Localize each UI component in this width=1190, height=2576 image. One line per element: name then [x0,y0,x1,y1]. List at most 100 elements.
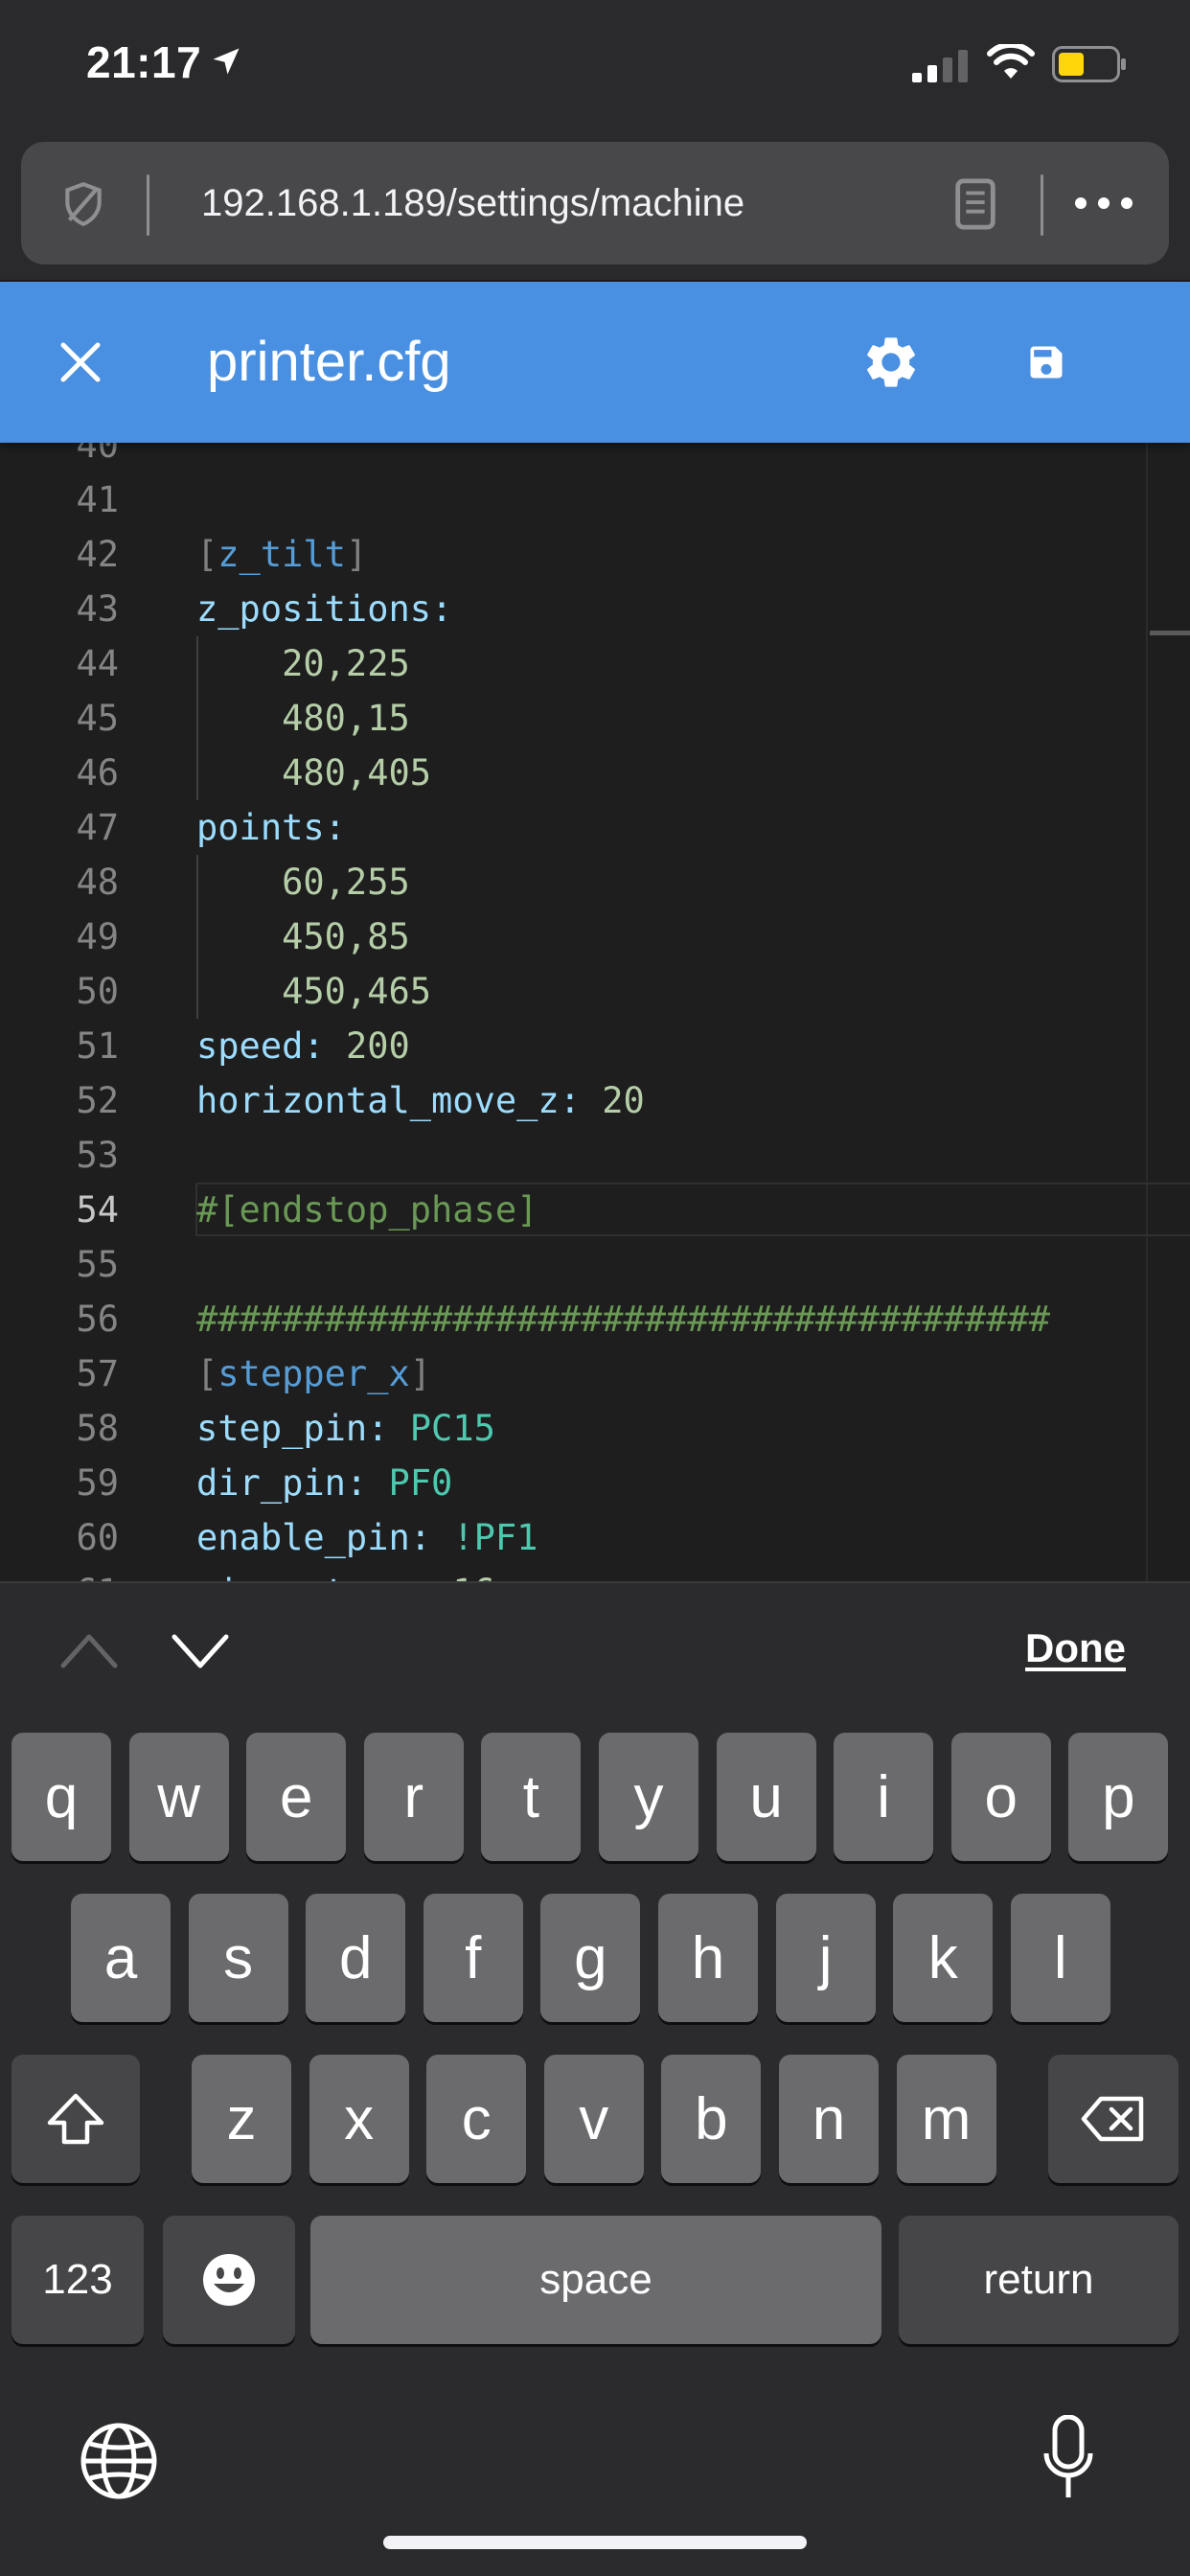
line-number: 57 [76,1353,119,1394]
code-line[interactable]: 49 450,85 [0,909,1190,964]
code-token: 20 [602,1080,645,1121]
code-line[interactable]: 59 dir_pin: PF0 [0,1456,1190,1510]
key-l[interactable]: l [1010,1894,1110,2022]
line-number: 53 [76,1135,119,1176]
code-line[interactable]: 48 60,255 [0,855,1190,909]
key-i[interactable]: i [834,1733,934,1861]
file-title: printer.cfg [207,331,451,393]
key-t[interactable]: t [481,1733,582,1861]
code-line[interactable]: 52 horizontal_move_z: 20 [0,1073,1190,1128]
key-q[interactable]: q [11,1733,111,1861]
key-z[interactable]: z [192,2055,291,2183]
key-f[interactable]: f [423,1894,523,2022]
key-m[interactable]: m [896,2055,996,2183]
code-text: dir_pin: PF0 [196,1456,452,1510]
code-token: 16 [452,1572,495,1581]
address-bar[interactable]: 192.168.1.189/settings/machine [21,142,1169,264]
code-token: : [367,1408,410,1449]
code-line[interactable]: 51 speed: 200 [0,1019,1190,1073]
shift-key[interactable] [11,2055,140,2183]
key-s[interactable]: s [188,1894,288,2022]
return-key[interactable]: return [899,2216,1179,2344]
code-line[interactable]: 54 #[endstop_phase] [0,1183,1190,1237]
line-number: 40 [76,443,119,466]
close-button[interactable] [46,328,115,397]
code-line[interactable]: 50 450,465 [0,964,1190,1019]
code-token: : [410,1572,453,1581]
reader-mode-icon[interactable] [954,178,996,230]
key-p[interactable]: p [1068,1733,1169,1861]
save-button[interactable] [1012,328,1081,397]
code-line[interactable]: 55 [0,1237,1190,1292]
gear-icon [867,337,915,387]
more-options-icon[interactable] [1073,192,1134,215]
emoji-key[interactable] [163,2216,295,2344]
line-number: 41 [76,479,119,520]
code-line[interactable]: 57 [stepper_x] [0,1346,1190,1401]
code-text: 450,85 [196,909,410,964]
code-line[interactable]: 45 480,15 [0,691,1190,746]
code-line[interactable]: 44 20,225 [0,636,1190,691]
code-text: horizontal_move_z: 20 [196,1073,645,1128]
line-number: 46 [76,752,119,794]
key-a[interactable]: a [71,1894,171,2022]
code-token: step_pin [196,1408,368,1449]
code-token: enable_pin [196,1517,410,1558]
code-editor[interactable]: 40 41 42 [z_tilt] 43 z_positions: 44 20,225 45 … [0,443,1190,1581]
key-e[interactable]: e [246,1733,347,1861]
settings-button[interactable] [857,328,926,397]
indent-guide [196,636,198,800]
code-line[interactable]: 58 step_pin: PC15 [0,1401,1190,1456]
key-u[interactable]: u [716,1733,816,1861]
done-button[interactable]: Done [1025,1625,1126,1671]
backspace-icon [1081,2096,1144,2142]
line-number: 54 [76,1189,119,1230]
home-indicator[interactable] [383,2536,807,2549]
address-divider [1041,174,1043,236]
key-w[interactable]: w [128,1733,229,1861]
key-n[interactable]: n [779,2055,879,2183]
previous-field-chevron-up-icon[interactable] [57,1625,121,1673]
key-b[interactable]: b [661,2055,762,2183]
code-token: points [196,807,325,848]
code-text: [stepper_x] [196,1346,431,1401]
code-token: dir_pin [196,1462,346,1504]
key-r[interactable]: r [363,1733,464,1861]
line-number: 45 [76,698,119,739]
code-line[interactable]: 60 enable_pin: !PF1 [0,1510,1190,1565]
key-o[interactable]: o [950,1733,1051,1861]
code-line[interactable]: 53 [0,1128,1190,1183]
url-text[interactable]: 192.168.1.189/settings/machine [201,182,744,225]
privacy-shield-icon[interactable] [59,180,107,228]
key-h[interactable]: h [658,1894,758,2022]
key-c[interactable]: c [426,2055,527,2183]
code-token: 20,225 [196,643,410,684]
key-j[interactable]: j [775,1894,876,2022]
numbers-key[interactable]: 123 [11,2216,144,2344]
line-number: 58 [76,1408,119,1449]
location-arrow-icon [213,48,240,75]
code-line[interactable]: 56 ######################################… [0,1292,1190,1346]
key-y[interactable]: y [599,1733,698,1861]
code-line[interactable]: 41 [0,472,1190,527]
globe-icon[interactable] [79,2421,159,2501]
line-number: 47 [76,807,119,848]
code-line[interactable]: 42 [z_tilt] [0,527,1190,582]
key-k[interactable]: k [893,1894,994,2022]
microphone-icon[interactable] [1042,2415,1094,2501]
code-text: 60,255 [196,855,410,909]
key-x[interactable]: x [309,2055,409,2183]
code-line[interactable]: 43 z_positions: [0,582,1190,636]
delete-key[interactable] [1048,2055,1179,2183]
line-number: 52 [76,1080,119,1121]
space-key[interactable]: space [310,2216,881,2344]
code-line[interactable]: 40 [0,443,1190,472]
key-d[interactable]: d [306,1894,406,2022]
next-field-chevron-down-icon[interactable] [169,1627,232,1675]
code-line[interactable]: 61 microsteps: 16 [0,1565,1190,1581]
key-v[interactable]: v [543,2055,644,2183]
key-g[interactable]: g [540,1894,641,2022]
code-line[interactable]: 47 points: [0,800,1190,855]
code-token: #[endstop_phase] [196,1189,538,1230]
code-line[interactable]: 46 480,405 [0,746,1190,800]
